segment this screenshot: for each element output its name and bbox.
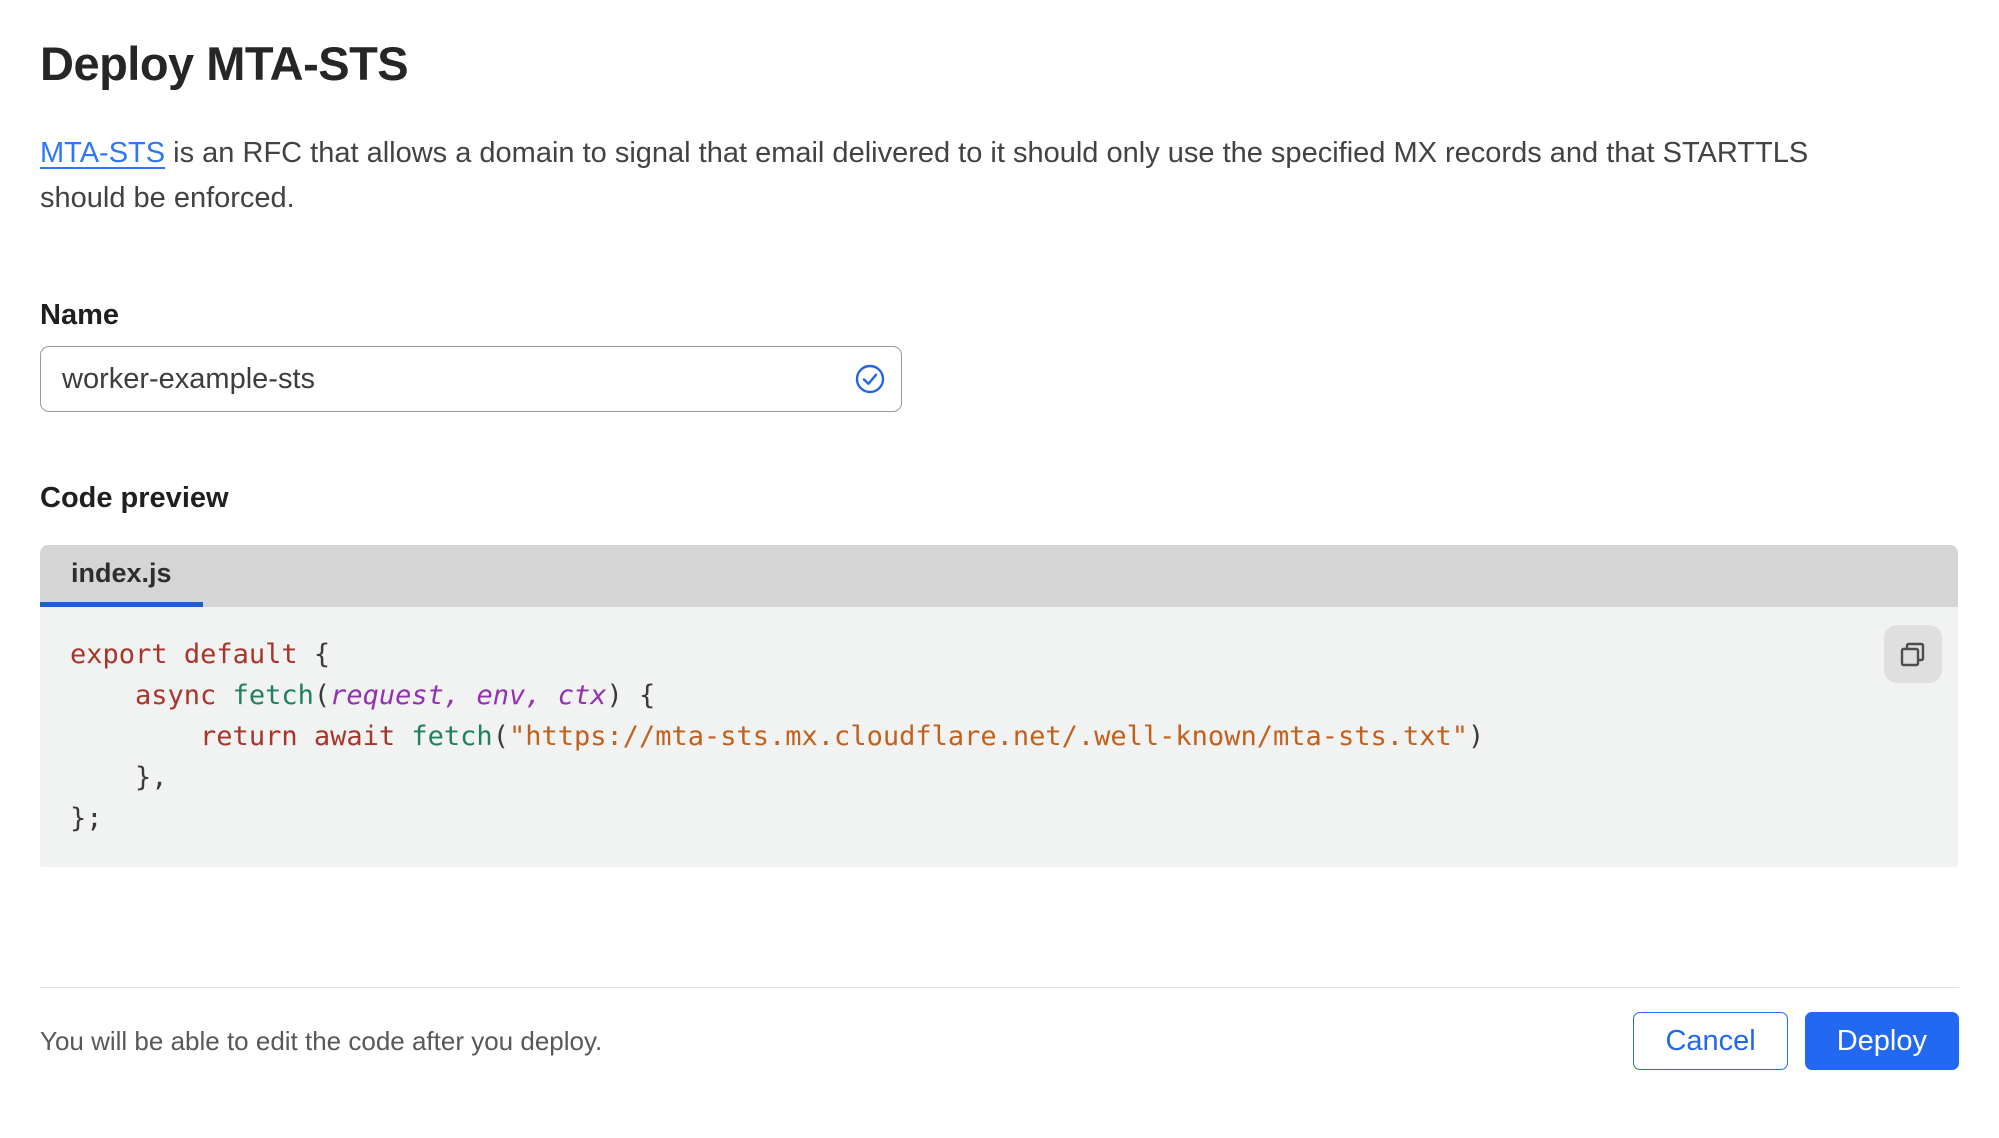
footer: You will be able to edit the code after … — [40, 1012, 1959, 1070]
deploy-button[interactable]: Deploy — [1804, 1012, 1959, 1070]
page-title: Deploy MTA-STS — [40, 37, 409, 90]
name-label: Name — [40, 299, 119, 331]
tab-label: index.js — [71, 558, 172, 588]
code-preview-block: index.js export default { async fetch(re… — [40, 545, 1958, 867]
code-content: export default { async fetch(request, en… — [70, 639, 1485, 834]
description-text-line2: should be enforced. — [40, 182, 295, 214]
footer-note: You will be able to edit the code after … — [40, 1025, 603, 1056]
copy-icon — [1900, 642, 1925, 667]
description: MTA-STS is an RFC that allows a domain t… — [40, 131, 1959, 221]
mta-sts-link[interactable]: MTA-STS — [40, 137, 165, 169]
deploy-mta-sts-page: Deploy MTA-STS MTA-STS is an RFC that al… — [0, 0, 1999, 1138]
description-text: is an RFC that allows a domain to signal… — [165, 137, 1809, 169]
name-input[interactable] — [40, 346, 902, 412]
code-preview-label: Code preview — [40, 482, 229, 514]
copy-code-button[interactable] — [1884, 625, 1942, 683]
footer-divider — [40, 987, 1959, 988]
code-tab-bar: index.js — [40, 545, 1958, 607]
cancel-button[interactable]: Cancel — [1633, 1012, 1788, 1070]
code-area: export default { async fetch(request, en… — [40, 607, 1958, 867]
name-input-wrapper — [40, 346, 902, 412]
tab-index-js[interactable]: index.js — [40, 545, 203, 607]
footer-actions: Cancel Deploy — [1633, 1012, 1959, 1070]
check-circle-icon — [855, 364, 885, 394]
